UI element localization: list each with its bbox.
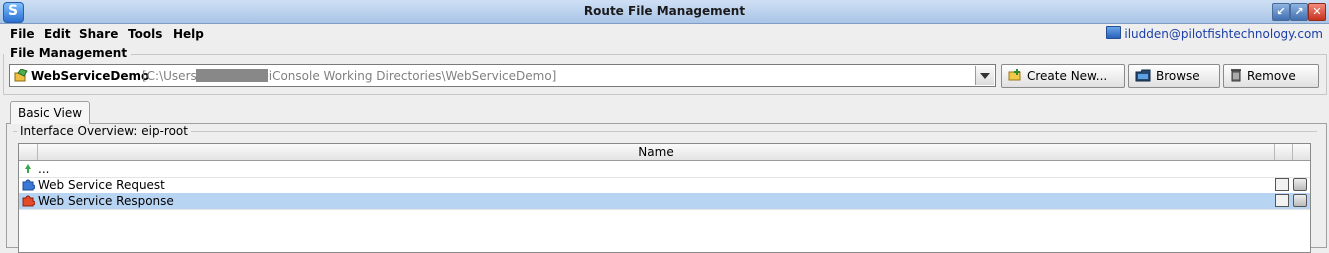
table-row[interactable]: Web Service Request (19, 177, 1310, 194)
user-account-link[interactable]: iludden@pilotfishtechnology.com (1106, 26, 1323, 41)
info-icon[interactable] (1293, 178, 1307, 191)
close-icon[interactable]: ✕ (1308, 3, 1326, 21)
browse-button[interactable]: Browse (1128, 64, 1220, 88)
puzzle-red-icon (22, 195, 35, 207)
route-name: WebServiceDemo (31, 69, 150, 83)
group-divider (13, 131, 17, 132)
table-header: Name (19, 144, 1310, 161)
row-label: Web Service Response (38, 194, 174, 208)
redacted-username (196, 69, 268, 82)
remove-button[interactable]: Remove (1223, 64, 1319, 88)
window-title: Route File Management (583, 4, 746, 18)
trash-icon (1231, 69, 1241, 82)
table-row[interactable]: ... (19, 161, 1310, 178)
menu-share[interactable]: Share (79, 27, 118, 41)
row-label: ... (38, 162, 50, 176)
edit-icon[interactable] (1275, 194, 1289, 207)
file-management-label: File Management (10, 46, 132, 60)
maximize-icon[interactable]: ↗ (1290, 3, 1308, 21)
create-new-button[interactable]: Create New... (1001, 64, 1125, 88)
tab-basic-view[interactable]: Basic View (10, 101, 90, 124)
menu-edit[interactable]: Edit (44, 27, 71, 41)
browse-folder-icon (1135, 69, 1151, 82)
remove-label: Remove (1247, 69, 1296, 83)
browse-label: Browse (1156, 69, 1200, 83)
column-header-actions (1274, 144, 1293, 160)
folder-add-icon (1008, 69, 1021, 81)
puzzle-blue-icon (22, 179, 35, 191)
route-select[interactable]: WebServiceDemo [C:\Users\ \PilotFish eiC… (9, 64, 996, 87)
column-header-name[interactable]: Name (37, 144, 1275, 160)
menu-help[interactable]: Help (173, 27, 204, 41)
dropdown-arrow-icon[interactable] (975, 66, 994, 85)
row-label: Web Service Request (38, 178, 165, 192)
interface-overview-label: Interface Overview: eip-root (20, 124, 191, 138)
user-icon (1106, 26, 1122, 39)
up-arrow-icon (25, 164, 31, 173)
info-icon[interactable] (1293, 194, 1307, 207)
menu-tools[interactable]: Tools (128, 27, 162, 41)
route-icon (14, 69, 28, 82)
user-email: iludden@pilotfishtechnology.com (1124, 27, 1323, 41)
group-divider (113, 54, 1327, 55)
group-divider (171, 131, 1317, 132)
edit-icon[interactable] (1275, 178, 1289, 191)
table-row[interactable]: Web Service Response (19, 193, 1310, 210)
menu-file[interactable]: File (10, 27, 35, 41)
restore-icon[interactable]: ↙ (1272, 3, 1290, 21)
interface-table: Name ... Web Service Request Web Service… (18, 143, 1311, 253)
create-new-label: Create New... (1027, 69, 1108, 83)
